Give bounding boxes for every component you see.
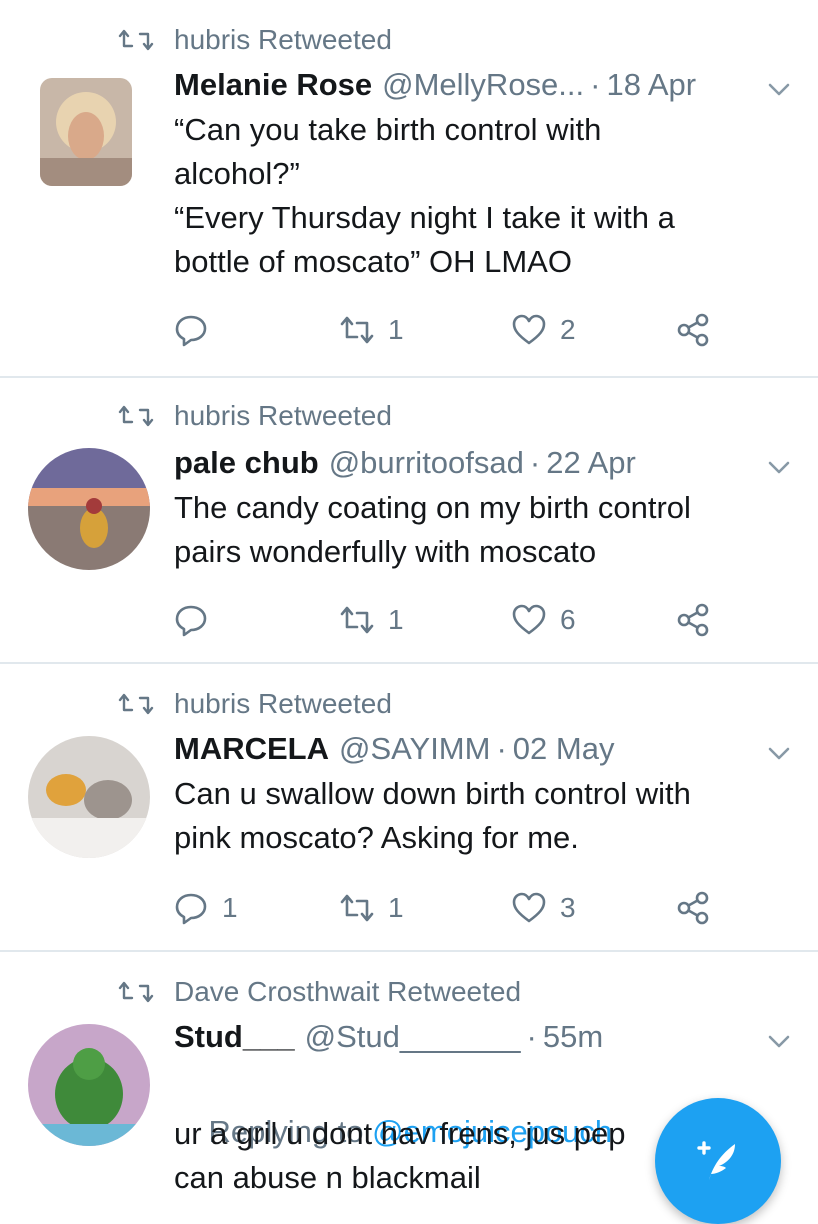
- retweeted-by-label: hubris Retweeted: [174, 24, 392, 55]
- compose-tweet-icon: [697, 1141, 735, 1180]
- retweeted-by-label: hubris Retweeted: [174, 688, 392, 719]
- chevron-down-icon[interactable]: [766, 454, 792, 480]
- retweet-icon: [118, 692, 154, 716]
- tweet-actions: 1 6: [174, 598, 734, 642]
- display-name[interactable]: pale chub: [174, 445, 319, 481]
- avatar[interactable]: [28, 448, 150, 570]
- like-button[interactable]: 3: [512, 886, 576, 930]
- retweet-button[interactable]: 1: [340, 308, 404, 352]
- share-icon: [676, 313, 710, 347]
- like-button[interactable]: 6: [512, 598, 576, 642]
- tweet-actions: 1 1 3: [174, 886, 734, 930]
- retweet-icon: [118, 28, 154, 52]
- tweet-text: Can u swallow down birth control with pi…: [174, 776, 691, 855]
- heart-icon: [512, 603, 546, 637]
- separator-dot: ·: [590, 67, 601, 102]
- user-handle[interactable]: @Stud_______: [305, 1019, 521, 1055]
- retweet-count: 1: [388, 604, 404, 635]
- retweeted-by: hubris Retweeted: [118, 396, 392, 436]
- tweet-header: Melanie Rose @MellyRose... · 18 Apr: [174, 64, 738, 106]
- separator-dot: ·: [496, 731, 507, 766]
- timestamp[interactable]: 18 Apr: [606, 67, 696, 103]
- share-button[interactable]: [676, 886, 724, 930]
- chevron-down-icon[interactable]: [766, 76, 792, 102]
- tweet-header: pale chub @burritoofsad · 22 Apr: [174, 442, 738, 484]
- retweeted-by: Dave Crosthwait Retweeted: [118, 972, 521, 1012]
- avatar-image: [28, 1024, 150, 1146]
- retweet-button[interactable]: 1: [340, 886, 404, 930]
- retweet-count: 1: [388, 892, 404, 923]
- user-handle[interactable]: @burritoofsad: [329, 445, 524, 481]
- tweet-text: “Can you take birth control with alcohol…: [174, 112, 675, 279]
- tweet-header: MARCELA @SAYIMM · 02 May: [174, 728, 738, 770]
- share-button[interactable]: [676, 598, 724, 642]
- timestamp[interactable]: 22 Apr: [546, 445, 636, 481]
- heart-icon: [512, 313, 546, 347]
- retweet-count: 1: [388, 314, 404, 345]
- user-handle[interactable]: @MellyRose...: [382, 67, 584, 103]
- like-count: 6: [560, 604, 576, 635]
- avatar[interactable]: [28, 1024, 150, 1146]
- timestamp[interactable]: 02 May: [513, 731, 615, 767]
- like-button[interactable]: 2: [512, 308, 576, 352]
- reply-button[interactable]: 1: [174, 886, 238, 930]
- like-count: 3: [560, 892, 576, 923]
- tweet-header: Stud___ @Stud_______ · 55m: [174, 1016, 738, 1058]
- like-count: 2: [560, 314, 576, 345]
- separator-dot: ·: [526, 1019, 537, 1054]
- tweet[interactable]: hubris Retweeted pale chub @burritoofsad…: [0, 378, 818, 664]
- retweet-icon: [118, 980, 154, 1004]
- user-handle[interactable]: @SAYIMM: [339, 731, 490, 767]
- tweet[interactable]: hubris Retweeted Melanie Rose @MellyRose…: [0, 0, 818, 378]
- timestamp[interactable]: 55m: [543, 1019, 603, 1055]
- avatar[interactable]: [40, 78, 132, 186]
- retweeted-by: hubris Retweeted: [118, 20, 392, 60]
- chevron-down-icon[interactable]: [766, 740, 792, 766]
- avatar-image: [40, 78, 132, 186]
- retweeted-by: hubris Retweeted: [118, 684, 392, 724]
- retweet-icon: [340, 313, 374, 347]
- tweet[interactable]: hubris Retweeted MARCELA @SAYIMM · 02 Ma…: [0, 664, 818, 952]
- reply-icon: [174, 891, 208, 925]
- avatar[interactable]: [28, 736, 150, 858]
- retweet-icon: [118, 404, 154, 428]
- share-button[interactable]: [676, 308, 724, 352]
- tweet-text: The candy coating on my birth control pa…: [174, 490, 691, 569]
- share-icon: [676, 603, 710, 637]
- retweet-icon: [340, 603, 374, 637]
- compose-tweet-button[interactable]: [655, 1098, 781, 1224]
- reply-button[interactable]: [174, 308, 222, 352]
- display-name[interactable]: MARCELA: [174, 731, 329, 767]
- separator-dot: ·: [529, 445, 541, 480]
- retweet-icon: [340, 891, 374, 925]
- tweet-actions: 1 2: [174, 308, 734, 352]
- display-name[interactable]: Melanie Rose: [174, 67, 372, 103]
- retweeted-by-label: hubris Retweeted: [174, 400, 392, 431]
- heart-icon: [512, 891, 546, 925]
- reply-button[interactable]: [174, 598, 222, 642]
- retweeted-by-label: Dave Crosthwait Retweeted: [174, 976, 522, 1007]
- display-name[interactable]: Stud___: [174, 1019, 295, 1055]
- avatar-image: [28, 736, 150, 858]
- avatar-image: [28, 448, 150, 570]
- retweet-button[interactable]: 1: [340, 598, 404, 642]
- reply-count: 1: [222, 892, 238, 923]
- chevron-down-icon[interactable]: [766, 1028, 792, 1054]
- share-icon: [676, 891, 710, 925]
- reply-icon: [174, 313, 208, 347]
- reply-icon: [174, 603, 208, 637]
